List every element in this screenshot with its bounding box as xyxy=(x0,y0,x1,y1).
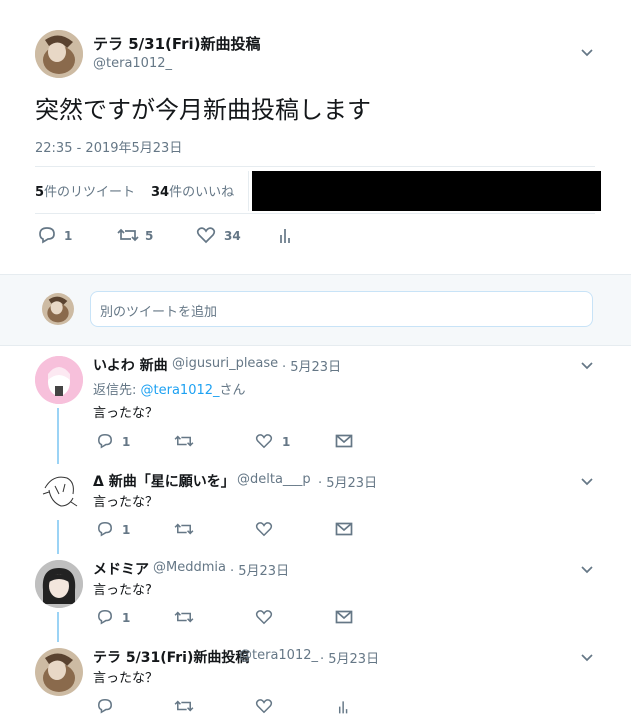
reply-handle[interactable]: @Meddmia xyxy=(153,560,226,575)
retweet-stats[interactable]: 5件のリツイート xyxy=(35,181,135,200)
reply-icon[interactable] xyxy=(96,609,114,625)
like-count: 34 xyxy=(224,229,241,243)
reply-handle[interactable]: @delta___p xyxy=(237,472,311,487)
chevron-down-icon[interactable] xyxy=(579,44,595,60)
reply-text: 言ったな？ xyxy=(93,671,159,686)
retweet-icon[interactable] xyxy=(174,698,194,714)
direct-message-icon[interactable] xyxy=(335,434,353,448)
thread-line xyxy=(57,408,59,464)
direct-message-icon[interactable] xyxy=(335,610,353,624)
reply-text: 言ったな？ xyxy=(93,495,159,510)
retweet-icon[interactable] xyxy=(174,521,194,537)
reply-count: 1 xyxy=(122,611,131,625)
divider xyxy=(35,213,595,214)
reply-to-prefix: 返信先: xyxy=(93,383,141,398)
retweet-icon[interactable] xyxy=(174,609,194,625)
compose-input[interactable]: 別のツイートを追加 xyxy=(90,291,593,327)
chevron-down-icon[interactable] xyxy=(579,649,595,665)
analytics-icon[interactable] xyxy=(279,227,293,244)
author-display-name[interactable]: テラ 5/31(Fri)新曲投稿 xyxy=(93,33,261,54)
reply-count: 1 xyxy=(122,435,131,449)
reply-handle[interactable]: @tera1012_ xyxy=(239,648,318,663)
reply-display-name[interactable]: テラ 5/31(Fri)新曲投稿 xyxy=(93,647,249,667)
thread-line xyxy=(57,520,59,554)
author-handle[interactable]: @tera1012_ xyxy=(93,56,172,71)
reply-date[interactable]: · 5月23日 xyxy=(282,356,341,375)
reply-avatar[interactable] xyxy=(35,648,83,696)
like-icon[interactable] xyxy=(255,609,273,625)
reply-display-name[interactable]: Δ 新曲「星に願いを」 xyxy=(93,471,235,491)
reply-text: 言ったな？ xyxy=(93,406,159,421)
reply-count: 1 xyxy=(122,523,131,537)
reply-text: 言ったな? xyxy=(93,583,152,598)
chevron-down-icon[interactable] xyxy=(579,561,595,577)
tweet-timestamp[interactable]: 22:35 - 2019年5月23日 xyxy=(35,137,182,156)
like-icon[interactable] xyxy=(255,521,273,537)
likes-label: 件のいいね xyxy=(169,185,235,200)
divider xyxy=(35,166,595,167)
reply-count: 1 xyxy=(64,229,73,243)
reply-to-handle[interactable]: @tera1012_ xyxy=(141,383,220,398)
like-icon[interactable] xyxy=(255,698,273,714)
direct-message-icon[interactable] xyxy=(335,522,353,536)
reply-date[interactable]: · 5月23日 xyxy=(230,560,289,579)
tweet-text: 突然ですが今月新曲投稿します xyxy=(35,96,371,124)
reply-date[interactable]: · 5月23日 xyxy=(320,648,379,667)
chevron-down-icon[interactable] xyxy=(579,473,595,489)
reply-icon[interactable] xyxy=(37,226,57,244)
retweet-icon[interactable] xyxy=(117,226,139,244)
reply-avatar[interactable] xyxy=(35,468,83,516)
reply-date[interactable]: · 5月23日 xyxy=(318,472,377,491)
analytics-icon[interactable] xyxy=(338,699,350,715)
likes-count: 34 xyxy=(151,185,170,200)
stats-separator xyxy=(248,171,249,211)
compose-placeholder: 別のツイートを追加 xyxy=(100,305,218,320)
retweet-count: 5 xyxy=(145,229,154,243)
author-avatar[interactable] xyxy=(35,30,83,78)
reply-icon[interactable] xyxy=(96,521,114,537)
reply-icon[interactable] xyxy=(96,433,114,449)
liker-avatars-redacted xyxy=(252,171,601,211)
reply-display-name[interactable]: いよわ 新曲 xyxy=(93,355,168,375)
like-icon[interactable] xyxy=(255,433,273,449)
reply-handle[interactable]: @igusuri_please xyxy=(172,356,278,371)
reply-avatar[interactable] xyxy=(35,356,83,404)
current-user-avatar xyxy=(42,293,74,325)
reply-display-name[interactable]: メドミア xyxy=(93,559,149,579)
like-stats[interactable]: 34件のいいね xyxy=(151,181,234,200)
retweet-icon[interactable] xyxy=(174,433,194,449)
like-count: 1 xyxy=(282,435,291,449)
reply-icon[interactable] xyxy=(96,698,114,714)
retweets-label: 件のリツイート xyxy=(44,185,136,200)
like-icon[interactable] xyxy=(196,226,216,244)
reply-to-line: 返信先: @tera1012_さん xyxy=(93,379,246,398)
chevron-down-icon[interactable] xyxy=(579,357,595,373)
thread-line xyxy=(57,612,59,642)
retweets-count: 5 xyxy=(35,185,45,200)
reply-to-suffix: さん xyxy=(219,383,246,398)
reply-avatar[interactable] xyxy=(35,560,83,608)
